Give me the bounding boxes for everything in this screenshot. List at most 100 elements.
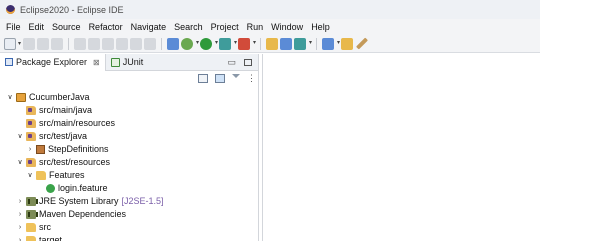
toolbar-separator	[68, 37, 69, 50]
menu-file[interactable]: File	[4, 22, 27, 32]
tree-item-label: CucumberJava	[29, 92, 90, 102]
source-folder-icon	[26, 131, 36, 141]
package-icon	[36, 144, 45, 154]
menu-bar: File Edit Source Refactor Navigate Searc…	[0, 19, 540, 35]
tree-item-src-test-java[interactable]: ∨ src/test/java	[16, 130, 87, 142]
tree-item-src-main-java[interactable]: src/main/java	[26, 104, 92, 116]
package-explorer-view: Package Explorer ⊠ JUnit ▭ ⋮ ∨ CucumberJ…	[0, 53, 259, 241]
terminate-icon[interactable]	[102, 37, 114, 50]
tree-item-src-main-resources[interactable]: src/main/resources	[26, 117, 115, 129]
tree-item-label: Features	[49, 170, 85, 180]
chevron-right-icon[interactable]: ›	[16, 224, 24, 231]
tree-item-label: src/test/java	[39, 131, 88, 141]
chevron-right-icon[interactable]: ›	[16, 211, 24, 218]
folder-icon	[26, 222, 36, 232]
tree-item-label: src/main/resources	[39, 118, 116, 128]
feature-file-icon	[46, 183, 55, 193]
toolbar-separator	[316, 37, 317, 50]
perspective-icon[interactable]	[167, 37, 179, 50]
tab-label: Package Explorer	[16, 57, 88, 67]
pencil-icon[interactable]	[355, 37, 369, 50]
search-icon[interactable]	[294, 37, 312, 50]
menu-run[interactable]: Run	[245, 22, 270, 32]
jre-qualifier: [J2SE-1.5]	[121, 196, 164, 206]
run-icon[interactable]	[200, 37, 218, 50]
menu-edit[interactable]: Edit	[27, 22, 51, 32]
menu-help[interactable]: Help	[309, 22, 336, 32]
source-folder-icon	[26, 157, 36, 167]
tree-item-step-definitions[interactable]: › StepDefinitions	[26, 143, 109, 155]
main-toolbar	[0, 35, 540, 53]
minimize-icon[interactable]: ▭	[227, 57, 236, 68]
toolbar-separator	[260, 37, 261, 50]
tree-item-label: src/main/java	[39, 105, 93, 115]
debug-skip-icon[interactable]	[51, 37, 63, 50]
chevron-down-icon[interactable]: ∨	[16, 158, 24, 166]
folder-icon	[26, 235, 36, 241]
step-return-icon[interactable]	[144, 37, 156, 50]
view-toolbar: ⋮	[0, 71, 258, 85]
menu-window[interactable]: Window	[269, 22, 309, 32]
menu-refactor[interactable]: Refactor	[87, 22, 129, 32]
chevron-down-icon[interactable]: ∨	[26, 171, 34, 179]
tab-package-explorer[interactable]: Package Explorer ⊠	[0, 53, 106, 71]
chevron-down-icon[interactable]: ∨	[16, 132, 24, 140]
view-window-controls: ▭	[227, 54, 252, 71]
tree-item-project[interactable]: ∨ CucumberJava	[6, 91, 90, 103]
folder-icon[interactable]	[341, 37, 353, 50]
source-folder-icon	[26, 118, 36, 128]
folder-icon	[36, 170, 46, 180]
collapse-all-icon[interactable]	[198, 73, 208, 83]
tab-junit[interactable]: JUnit	[106, 54, 149, 71]
menu-search[interactable]: Search	[172, 22, 209, 32]
close-icon[interactable]: ⊠	[93, 58, 100, 67]
window-title-bar: Eclipse2020 - Eclipse IDE	[0, 0, 540, 19]
chevron-right-icon[interactable]: ›	[16, 237, 24, 241]
new-class-icon[interactable]	[280, 37, 292, 50]
step-over-icon[interactable]	[130, 37, 142, 50]
coverage-icon[interactable]	[219, 37, 237, 50]
menu-navigate[interactable]: Navigate	[129, 22, 173, 32]
library-icon	[26, 209, 38, 219]
link-with-editor-icon[interactable]	[215, 73, 225, 83]
tree-item-features[interactable]: ∨ Features	[26, 169, 85, 181]
tree-item-label: login.feature	[58, 183, 108, 193]
tree-item-label: src	[39, 222, 51, 232]
save-icon[interactable]	[23, 37, 35, 50]
tree-item-label: JRE System Library	[39, 196, 119, 206]
open-type-icon[interactable]	[322, 37, 340, 50]
print-icon[interactable]	[37, 37, 49, 50]
view-tab-bar: Package Explorer ⊠ JUnit ▭	[0, 53, 258, 71]
resume-icon[interactable]	[74, 37, 86, 50]
tab-label: JUnit	[122, 57, 144, 67]
tree-item-src-test-resources[interactable]: ∨ src/test/resources	[16, 156, 110, 168]
maximize-icon[interactable]	[244, 59, 252, 66]
chevron-right-icon[interactable]: ›	[26, 146, 34, 153]
new-package-icon[interactable]	[266, 37, 278, 50]
tree-item-label: target	[39, 235, 63, 241]
view-menu-icon[interactable]: ⋮	[247, 73, 256, 83]
menu-project[interactable]: Project	[209, 22, 245, 32]
eclipse-logo-icon	[6, 5, 15, 14]
filter-icon[interactable]	[232, 74, 240, 82]
chevron-right-icon[interactable]: ›	[16, 198, 24, 205]
editor-area[interactable]	[262, 54, 540, 241]
tree-item-target[interactable]: › target	[16, 234, 62, 241]
tree-item-login-feature[interactable]: login.feature	[46, 182, 108, 194]
debug-icon[interactable]	[181, 37, 199, 50]
tree-item-src[interactable]: › src	[16, 221, 51, 233]
junit-icon	[110, 57, 120, 67]
new-icon[interactable]	[4, 37, 21, 50]
tree-item-maven-deps[interactable]: › Maven Dependencies	[16, 208, 126, 220]
source-folder-icon	[26, 105, 36, 115]
window-title: Eclipse2020 - Eclipse IDE	[20, 4, 124, 15]
library-icon	[26, 196, 38, 206]
suspend-icon[interactable]	[88, 37, 100, 50]
step-into-icon[interactable]	[116, 37, 128, 50]
chevron-down-icon[interactable]: ∨	[6, 93, 14, 101]
toolbar-separator	[161, 37, 162, 50]
tree-item-jre-library[interactable]: › JRE System Library [J2SE-1.5]	[16, 195, 164, 207]
menu-source[interactable]: Source	[50, 22, 87, 32]
external-tools-icon[interactable]	[238, 37, 256, 50]
tree-item-label: src/test/resources	[39, 157, 111, 167]
